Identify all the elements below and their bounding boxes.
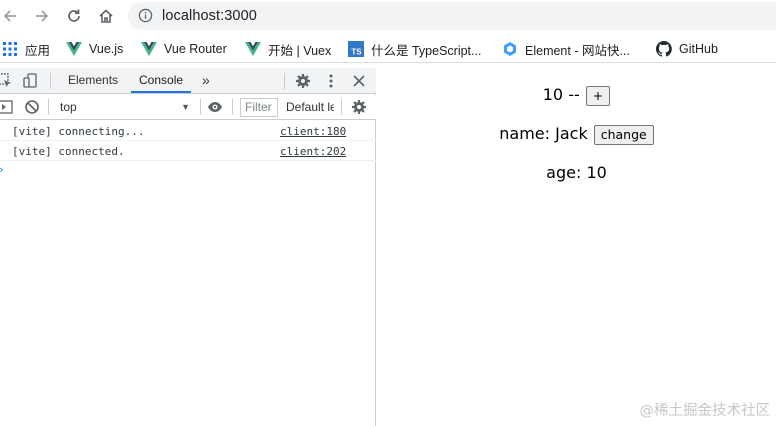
console-message-text: [vite] connected. xyxy=(12,145,125,158)
bookmark-vue-router[interactable]: Vue Router xyxy=(141,39,227,59)
page-viewport: 10 -- + name: Jack change age: 10 xyxy=(377,68,776,426)
close-icon[interactable] xyxy=(351,73,367,89)
counter-row: 10 -- + xyxy=(377,85,776,106)
log-levels-dropdown[interactable]: Default levels xyxy=(286,98,334,117)
svg-text:TS: TS xyxy=(351,48,362,57)
tab-console[interactable]: Console xyxy=(131,68,192,93)
vue-logo-icon xyxy=(141,41,157,57)
devtools-panel: Elements Console » top ▼ Filter Default … xyxy=(0,68,376,426)
browser-toolbar: localhost:3000 xyxy=(0,0,776,33)
device-toolbar-icon[interactable] xyxy=(23,73,39,89)
devtools-tab-bar: Elements Console » xyxy=(0,68,376,94)
inspect-element-icon[interactable] xyxy=(0,73,13,89)
bookmark-typescript[interactable]: TS 什么是 TypeScript... xyxy=(348,39,481,59)
dropdown-caret-icon: ▼ xyxy=(181,102,190,112)
bookmark-vuejs[interactable]: Vue.js xyxy=(66,39,123,59)
console-prompt[interactable]: › xyxy=(0,163,5,176)
apps-grid-icon xyxy=(2,41,18,57)
bookmark-label: Vue.js xyxy=(89,42,124,56)
forward-button[interactable] xyxy=(30,4,54,28)
url-text[interactable]: localhost:3000 xyxy=(162,8,257,24)
bookmark-github[interactable]: GitHub xyxy=(656,39,718,59)
live-expression-eye-icon[interactable] xyxy=(207,99,223,115)
bookmark-label: 开始 | Vuex xyxy=(268,43,332,58)
console-message: [vite] connecting... client:180 xyxy=(0,121,376,141)
home-button[interactable] xyxy=(94,4,118,28)
console-toolbar: top ▼ Filter Default levels xyxy=(0,95,376,120)
bookmarks-bar: 应用 Vue.js Vue Router 开始 | Vuex TS 什么是 Ty… xyxy=(0,34,776,63)
info-icon[interactable] xyxy=(138,8,153,26)
toolbar-divider xyxy=(284,73,285,89)
customize-menu-icon[interactable] xyxy=(323,73,339,89)
toolbar-divider xyxy=(200,99,201,115)
reload-icon xyxy=(68,9,80,22)
increment-button[interactable]: + xyxy=(585,85,611,106)
console-filter-input[interactable]: Filter xyxy=(240,98,278,117)
watermark: @稀土掘金技术社区 xyxy=(639,403,771,419)
home-icon xyxy=(99,9,113,23)
bookmark-element[interactable]: Element - 网站快... xyxy=(502,39,630,59)
bookmark-vuex[interactable]: 开始 | Vuex xyxy=(245,39,331,59)
tab-elements[interactable]: Elements xyxy=(60,68,126,93)
change-button[interactable]: change xyxy=(593,124,654,145)
github-logo-icon xyxy=(656,41,672,57)
bookmark-label: Element - 网站快... xyxy=(525,43,630,58)
console-settings-gear-icon[interactable] xyxy=(351,99,367,115)
toolbar-divider xyxy=(341,99,342,115)
back-button[interactable] xyxy=(0,4,22,28)
bookmark-label: Vue Router xyxy=(164,42,227,56)
console-source-link[interactable]: client:202 xyxy=(280,145,346,158)
age-text: age: 10 xyxy=(546,163,607,182)
console-source-link[interactable]: client:180 xyxy=(280,125,346,138)
toolbar-divider xyxy=(232,99,233,115)
name-text: name: Jack xyxy=(499,124,588,143)
reload-button[interactable] xyxy=(62,4,86,28)
clear-console-icon[interactable] xyxy=(24,99,40,115)
more-tabs-button[interactable]: » xyxy=(194,68,218,93)
address-bar[interactable]: localhost:3000 xyxy=(128,2,776,30)
bookmark-label: 什么是 TypeScript... xyxy=(371,43,482,58)
vue-logo-icon xyxy=(66,41,82,57)
toolbar-divider xyxy=(50,73,51,89)
console-message: [vite] connected. client:202 xyxy=(0,141,376,161)
context-value: top xyxy=(60,100,77,114)
context-selector[interactable]: top ▼ xyxy=(56,97,196,117)
back-arrow-icon xyxy=(3,10,16,22)
forward-arrow-icon xyxy=(36,10,49,22)
name-row: name: Jack change xyxy=(377,124,776,145)
typescript-logo-icon: TS xyxy=(348,41,364,57)
element-logo-icon xyxy=(502,41,518,57)
settings-gear-icon[interactable] xyxy=(295,73,311,89)
bookmark-label: 应用 xyxy=(25,43,51,58)
toolbar-divider xyxy=(48,99,49,115)
vue-logo-icon xyxy=(245,41,261,57)
bookmark-label: GitHub xyxy=(679,42,718,56)
console-message-text: [vite] connecting... xyxy=(12,125,145,138)
bookmark-apps[interactable]: 应用 xyxy=(2,39,50,59)
sidebar-toggle-icon[interactable] xyxy=(0,99,13,115)
counter-text: 10 -- xyxy=(542,85,580,104)
age-row: age: 10 xyxy=(377,163,776,182)
